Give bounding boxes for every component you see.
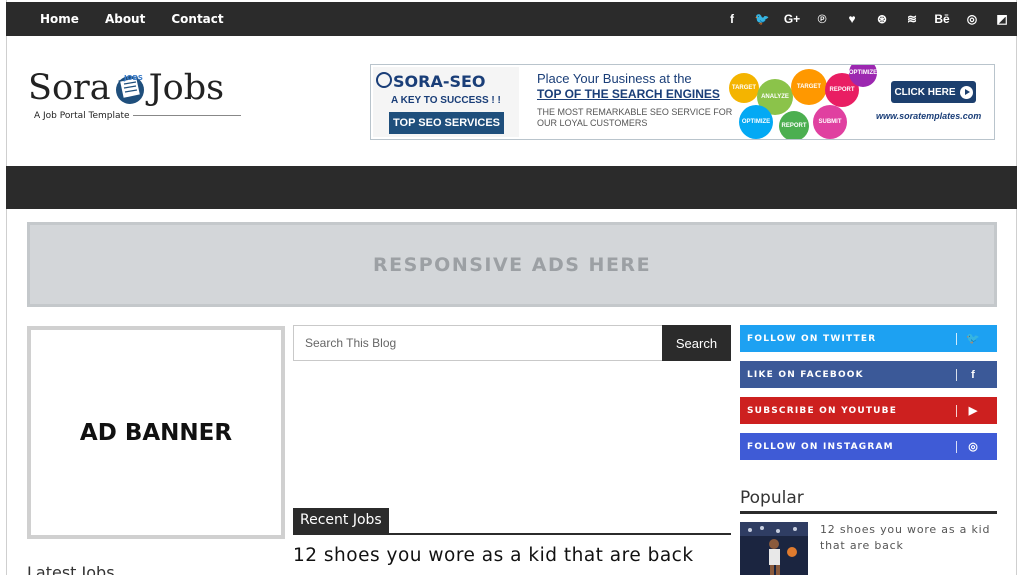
nav-home-link[interactable]: Home <box>40 12 79 26</box>
post-title-link[interactable]: 12 shoes you wore as a kid that are back <box>293 545 694 566</box>
nav-about-link[interactable]: About <box>105 12 145 26</box>
banner-copy: Place Your Business at the TOP OF THE SE… <box>537 71 732 129</box>
banner-line-2: TOP OF THE SEARCH ENGINES <box>537 87 720 101</box>
responsive-ads-slot[interactable]: RESPONSIVE ADS HERE <box>27 222 997 307</box>
twitter-icon: 🐦 <box>966 333 980 345</box>
popular-post-title[interactable]: 12 shoes you wore as a kid that are back <box>820 522 995 554</box>
follow-label: FOLLOW ON TWITTER <box>747 333 877 344</box>
follow-instagram-button[interactable]: FOLLOW ON INSTAGRAM ◎ <box>740 433 997 460</box>
banner-url: www.soratemplates.com <box>876 111 982 121</box>
banner-circle: OPTIMIZE <box>849 65 877 87</box>
search-input[interactable] <box>293 325 662 361</box>
top-bar: Home About Contact f 🐦 G+ ℗ ♥ ⊛ ≋ Bē ◎ ◩ <box>6 2 1017 36</box>
banner-brand-block: SORA-SEO A KEY TO SUCCESS ! ! TOP SEO SE… <box>373 67 519 137</box>
divider <box>956 332 957 345</box>
site-logo[interactable]: Sora JOBS Jobs A Job Portal Template <box>28 68 241 121</box>
popular-post-thumbnail[interactable] <box>740 522 808 575</box>
top-nav: Home About Contact <box>40 2 250 36</box>
follow-twitter-button[interactable]: FOLLOW ON TWITTER 🐦 <box>740 325 997 352</box>
google-plus-icon[interactable]: G+ <box>777 12 807 26</box>
banner-title: SORA-SEO <box>393 72 486 91</box>
svg-text:JOBS: JOBS <box>123 74 143 82</box>
banner-circles: TARGET ANALYZE TARGET REPORT OPTIMIZE RE… <box>729 65 889 139</box>
play-icon <box>959 85 973 99</box>
behance-icon[interactable]: Bē <box>927 12 957 26</box>
rss-icon[interactable]: ≋ <box>897 12 927 26</box>
instagram-icon: ◎ <box>968 441 978 453</box>
recent-jobs-divider <box>293 533 731 535</box>
header-ad-banner[interactable]: SORA-SEO A KEY TO SUCCESS ! ! TOP SEO SE… <box>370 64 995 140</box>
delicious-icon[interactable]: ◩ <box>987 12 1017 26</box>
divider <box>956 440 957 453</box>
divider <box>956 404 957 417</box>
twitter-icon[interactable]: 🐦 <box>747 12 777 26</box>
follow-label: FOLLOW ON INSTAGRAM <box>747 441 894 452</box>
popular-heading: Popular <box>740 488 804 508</box>
banner-circle: TARGET <box>729 73 759 103</box>
facebook-icon: f <box>971 368 975 381</box>
divider <box>956 368 957 381</box>
latest-jobs-heading: Latest Jobs <box>27 563 115 575</box>
social-links: f 🐦 G+ ℗ ♥ ⊛ ≋ Bē ◎ ◩ <box>717 2 1017 36</box>
subscribe-youtube-button[interactable]: SUBSCRIBE ON YOUTUBE ▶ <box>740 397 997 424</box>
facebook-icon[interactable]: f <box>717 12 747 26</box>
newspaper-icon: JOBS <box>113 71 147 105</box>
search-button[interactable]: Search <box>662 325 731 361</box>
nav-contact-link[interactable]: Contact <box>171 12 223 26</box>
search-widget: Search <box>293 325 731 361</box>
globe-icon <box>376 72 392 88</box>
ad-banner-label: AD BANNER <box>79 419 233 446</box>
youtube-icon: ▶ <box>968 405 978 417</box>
banner-circle: SUBMIT <box>813 105 847 139</box>
follow-label: LIKE ON FACEBOOK <box>747 369 864 380</box>
banner-line-3: THE MOST REMARKABLE SEO SERVICE FOR OUR L… <box>537 107 733 128</box>
follow-label: SUBSCRIBE ON YOUTUBE <box>747 405 898 416</box>
instagram-icon[interactable]: ◎ <box>957 12 987 26</box>
like-facebook-button[interactable]: LIKE ON FACEBOOK f <box>740 361 997 388</box>
banner-click-here-button[interactable]: CLICK HERE <box>891 81 976 103</box>
banner-line-1: Place Your Business at the <box>537 71 692 86</box>
banner-circle: REPORT <box>779 111 809 139</box>
dribbble-icon[interactable]: ⊛ <box>867 12 897 26</box>
main-menu-bar <box>6 166 1017 209</box>
logo-part-2: Jobs <box>148 68 225 108</box>
pinterest-icon[interactable]: ℗ <box>807 12 837 26</box>
popular-divider <box>740 511 997 514</box>
recent-jobs-heading: Recent Jobs <box>293 508 389 533</box>
logo-part-1: Sora <box>28 68 111 108</box>
heart-icon[interactable]: ♥ <box>837 12 867 26</box>
logo-tagline: A Job Portal Template <box>34 111 241 121</box>
banner-circle: OPTIMIZE <box>739 105 773 139</box>
ads-label: RESPONSIVE ADS HERE <box>372 253 652 276</box>
banner-circle: TARGET <box>791 69 827 105</box>
banner-subtitle: A KEY TO SUCCESS ! ! <box>391 95 501 106</box>
banner-services-badge: TOP SEO SERVICES <box>389 112 504 134</box>
ad-banner-slot[interactable]: AD BANNER <box>27 326 285 539</box>
logo-text: Sora JOBS Jobs <box>28 68 241 108</box>
